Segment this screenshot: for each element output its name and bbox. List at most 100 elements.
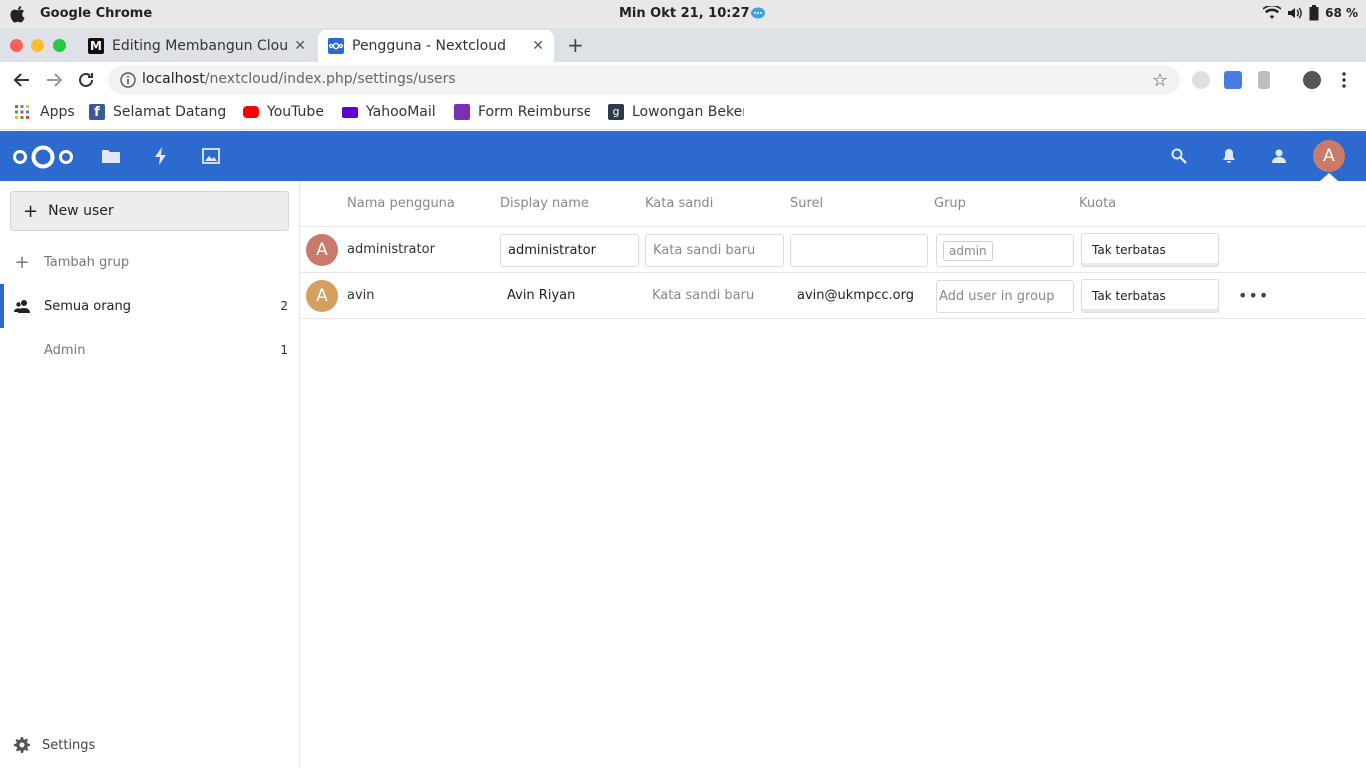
users-icon [14,298,30,314]
battery-percent: 68 % [1325,6,1358,20]
files-app-button[interactable] [101,146,121,166]
back-button[interactable] [12,70,32,90]
extension-icon[interactable] [1192,71,1210,89]
column-header[interactable]: Nama pengguna [347,196,455,211]
username: administrator [347,242,435,257]
bookmark-selamat-datang[interactable]: f Selamat Datang [89,104,226,120]
bookmark-youtube[interactable]: YouTube [243,104,324,120]
column-header[interactable]: Display name [500,196,589,211]
gear-icon [14,737,30,753]
forward-button[interactable] [44,70,64,90]
tab-title: Editing Membangun Clou [112,38,287,54]
glints-icon: g [608,104,624,120]
plus-icon: + [14,251,30,273]
gallery-app-button[interactable] [201,146,221,166]
bookmark-star-icon[interactable]: ☆ [1152,70,1168,91]
settings-label: Settings [42,737,96,753]
column-header: Kuota [1079,196,1117,211]
translate-extension-icon[interactable] [1224,71,1242,89]
new-user-button[interactable]: + New user [10,191,289,231]
group-label: Semua orang [44,298,132,314]
group-count: 1 [280,343,288,357]
bookmark-lowongan[interactable]: g Lowongan Beker [608,104,744,120]
password-placeholder[interactable]: Kata sandi baru [652,288,754,303]
extension-icon[interactable] [1258,71,1270,89]
battery-icon[interactable] [1309,5,1319,21]
display-name-input[interactable]: administrator [500,234,639,267]
password-input[interactable]: Kata sandi baru [645,234,784,267]
quota-select[interactable]: Tak terbatas [1081,233,1219,267]
group-chip[interactable]: admin [943,240,993,261]
volume-icon[interactable] [1287,6,1303,20]
settings-button[interactable]: Settings [14,737,95,753]
contacts-button[interactable] [1269,146,1289,166]
reload-button[interactable] [76,70,96,90]
bookmarks-bar: Apps f Selamat Datang YouTube YahooMail … [0,98,1366,130]
youtube-icon [243,106,259,118]
apple-icon[interactable] [10,5,26,23]
medium-icon: M [88,38,104,54]
wifi-icon[interactable] [1263,6,1282,20]
nextcloud-logo-icon[interactable] [12,144,74,170]
contacts-icon [1272,149,1286,163]
add-group-button[interactable]: + Tambah grup [0,240,300,284]
users-sidebar: + New user + Tambah grup Semua orang 2 A… [0,181,300,768]
nextcloud-icon [328,38,344,54]
lightning-icon [155,147,166,165]
active-app-name[interactable]: Google Chrome [40,6,152,21]
bookmark-label: YouTube [267,104,324,120]
notifications-button[interactable] [1219,146,1239,166]
email-input[interactable] [790,234,928,267]
close-tab-icon[interactable]: ✕ [532,38,544,54]
close-window-button[interactable] [10,39,23,52]
group-select[interactable]: Add user in group [936,280,1074,313]
avatar: A [306,234,338,266]
column-header: Grup [934,196,966,211]
arrow-left-icon [13,73,29,87]
sidebar-item-everyone[interactable]: Semua orang 2 [0,284,300,328]
bookmark-form-reimburse[interactable]: Form Reimburse [454,104,590,120]
tab-nextcloud-users[interactable]: Pengguna - Nextcloud ✕ [318,30,554,62]
url-text[interactable]: localhost/nextcloud/index.php/settings/u… [142,71,456,87]
users-table: Nama pengguna Display name Kata sandi Su… [300,181,1366,768]
maximize-window-button[interactable] [53,39,66,52]
bookmark-label: Lowongan Beker [632,104,744,120]
profile-icon[interactable] [1303,71,1321,89]
table-row: A administrator administrator Kata sandi… [300,227,1366,273]
bookmark-apps[interactable]: Apps [14,104,75,120]
address-bar[interactable]: localhost/nextcloud/index.php/settings/u… [108,65,1180,95]
group-select[interactable]: admin [936,234,1074,267]
username: avin [347,288,375,303]
avatar: A [306,280,338,312]
kebab-menu-icon [1342,72,1346,88]
system-tray: 68 % [1263,5,1358,21]
table-row: A avin Avin Riyan Kata sandi baru avin@u… [300,273,1366,319]
user-menu-avatar[interactable]: A [1313,140,1345,172]
clock[interactable]: Min Okt 21, 10:27 [619,6,750,21]
sidebar-item-admin[interactable]: Admin 1 [0,328,300,372]
close-tab-icon[interactable]: ✕ [294,38,306,54]
url-host: localhost [142,71,205,87]
group-count: 2 [280,299,288,313]
info-icon[interactable] [120,72,136,88]
add-group-label: Tambah grup [44,254,130,270]
arrow-right-icon [47,73,63,87]
tab-medium-editing[interactable]: M Editing Membangun Clou ✕ [80,30,316,62]
minimize-window-button[interactable] [31,39,44,52]
bookmark-yahoomail[interactable]: YahooMail [342,104,436,120]
menu-caret [1320,173,1338,181]
os-top-bar: Google Chrome Min Okt 21, 10:27 68 % [0,0,1366,28]
bell-icon [1223,149,1235,163]
display-name-text[interactable]: Avin Riyan [507,288,575,303]
activity-app-button[interactable] [151,146,171,166]
email-text[interactable]: avin@ukmpcc.org [797,288,914,303]
tab-title: Pengguna - Nextcloud [352,38,507,54]
bookmark-label: Selamat Datang [113,104,227,120]
search-icon [1171,148,1187,164]
new-tab-button[interactable]: + [567,33,584,57]
chrome-menu-button[interactable] [1334,70,1354,90]
more-actions-button[interactable]: ••• [1238,286,1269,305]
search-button[interactable] [1169,146,1189,166]
browser-toolbar: localhost/nextcloud/index.php/settings/u… [0,62,1366,98]
quota-select[interactable]: Tak terbatas [1081,279,1219,313]
